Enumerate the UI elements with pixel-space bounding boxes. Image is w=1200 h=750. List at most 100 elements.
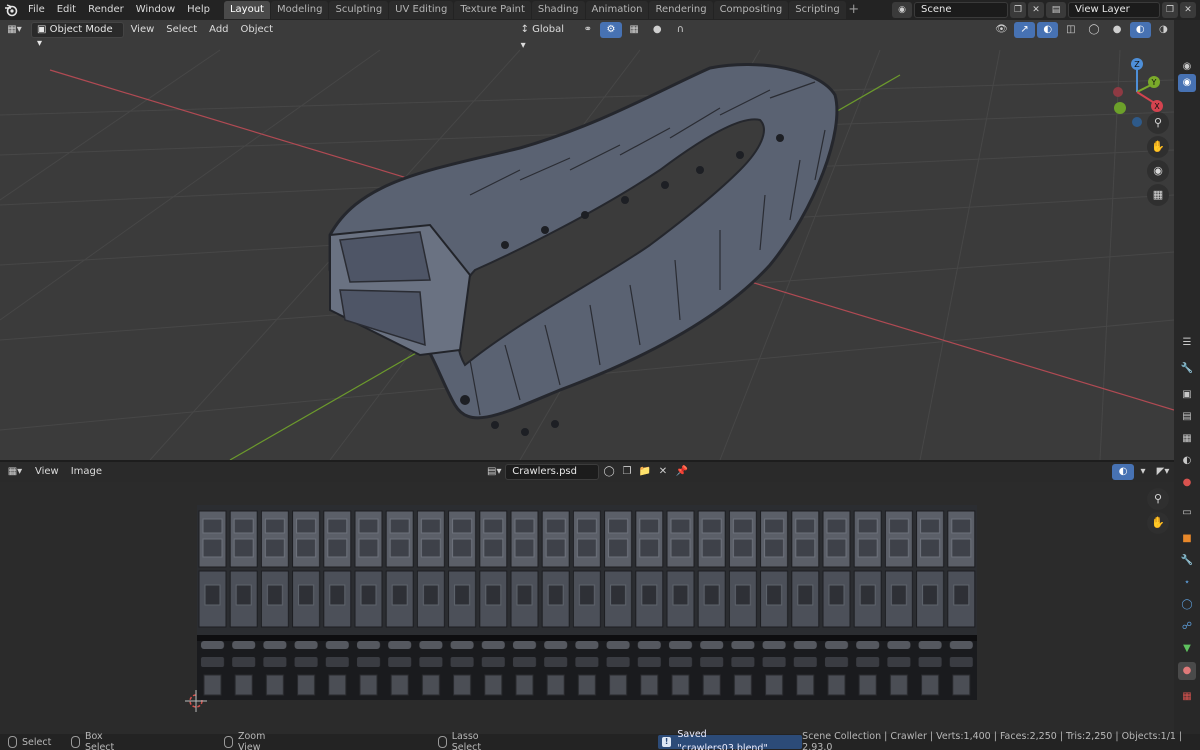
pin-icon[interactable]: 📌 bbox=[673, 464, 691, 480]
zoom-icon[interactable]: ⚲ bbox=[1147, 488, 1169, 510]
object-mode-label: Object Mode bbox=[49, 24, 113, 35]
workspace-tabs: Layout Modeling Sculpting UV Editing Tex… bbox=[223, 0, 861, 20]
object-mode-dropdown[interactable]: ▣ Object Mode ▾ bbox=[30, 22, 124, 49]
wireframe-shading-icon[interactable]: ◯ bbox=[1083, 22, 1104, 38]
visibility-icon[interactable]: 👁 bbox=[991, 22, 1012, 38]
gizmo-toggle-icon[interactable]: ↗ bbox=[1013, 22, 1036, 38]
modifier-icon[interactable]: 🔧 bbox=[1178, 552, 1196, 570]
tab-uv-editing[interactable]: UV Editing bbox=[389, 1, 454, 19]
editor-type-icon[interactable]: ▦▾ bbox=[2, 464, 28, 480]
overlays-icon[interactable]: ◐ bbox=[1037, 22, 1059, 38]
status-select: Select bbox=[8, 736, 51, 748]
display-channels-icon[interactable]: ◤▾ bbox=[1152, 464, 1174, 480]
tab-scripting[interactable]: Scripting bbox=[789, 1, 846, 19]
delete-view-layer-icon[interactable]: ✕ bbox=[1180, 2, 1196, 18]
view-layer-field[interactable]: View Layer bbox=[1068, 2, 1160, 18]
menu-render[interactable]: Render bbox=[82, 0, 130, 20]
mouse-right-icon bbox=[438, 736, 447, 748]
object-icon[interactable]: ■ bbox=[1178, 530, 1196, 548]
blender-logo-icon[interactable] bbox=[0, 0, 22, 20]
menu-add[interactable]: Add bbox=[204, 22, 233, 38]
fake-user-icon[interactable]: ◯ bbox=[601, 464, 617, 480]
tab-compositing[interactable]: Compositing bbox=[713, 1, 789, 19]
menu-view[interactable]: View bbox=[30, 464, 64, 480]
menu-select[interactable]: Select bbox=[161, 22, 202, 38]
editor-type-icon[interactable]: ▦▾ bbox=[2, 22, 27, 38]
status-bar: Select Box Select Zoom View Lasso Select… bbox=[0, 729, 1200, 750]
tab-animation[interactable]: Animation bbox=[585, 1, 649, 19]
menu-image[interactable]: Image bbox=[66, 464, 107, 480]
camera-icon[interactable]: ◉ bbox=[1147, 160, 1169, 182]
view-layer-icon[interactable]: ▤ bbox=[1046, 2, 1066, 18]
constraints-icon[interactable]: ☍ bbox=[1178, 618, 1196, 636]
grid-icon[interactable]: ▦ bbox=[1147, 184, 1169, 206]
active-camera-icon[interactable]: ◉ bbox=[1178, 74, 1196, 92]
info-icon: ! bbox=[661, 737, 672, 747]
open-image-icon[interactable]: 📁 bbox=[637, 464, 653, 480]
tab-layout[interactable]: Layout bbox=[223, 1, 270, 19]
physics-icon[interactable]: ◯ bbox=[1178, 596, 1196, 614]
new-view-layer-icon[interactable]: ❐ bbox=[1162, 2, 1178, 18]
status-lasso-select-label: Lasso Select bbox=[451, 731, 482, 750]
viewport-header: ▦▾ ▣ Object Mode ▾ View Select Add Objec… bbox=[0, 20, 1174, 51]
menu-file[interactable]: File bbox=[22, 0, 51, 20]
tool-icon[interactable]: 🔧 bbox=[1178, 360, 1196, 378]
menu-help[interactable]: Help bbox=[181, 0, 216, 20]
falloff-icon[interactable]: ∩ bbox=[670, 22, 691, 38]
image-browse-icon[interactable]: ▤▾ bbox=[483, 464, 505, 480]
toggle-props-icon[interactable]: ☰ bbox=[1178, 334, 1196, 352]
tab-rendering[interactable]: Rendering bbox=[649, 1, 713, 19]
chevron-down-icon[interactable]: ▾ bbox=[1136, 464, 1150, 480]
status-zoom-view: Zoom View bbox=[224, 731, 288, 750]
zoom-icon[interactable]: ⚲ bbox=[1147, 112, 1169, 134]
new-image-icon[interactable]: ❐ bbox=[619, 464, 635, 480]
transform-orientation-label: Global bbox=[532, 24, 565, 35]
saved-message: Saved "crawlers03.blend" bbox=[677, 729, 768, 750]
solid-shading-icon[interactable]: ● bbox=[1107, 22, 1128, 38]
hand-icon[interactable]: ✋ bbox=[1147, 512, 1169, 534]
status-box-select-label: Box Select bbox=[84, 731, 115, 750]
tab-shading[interactable]: Shading bbox=[531, 1, 585, 19]
particles-icon[interactable]: ⋆ bbox=[1178, 574, 1196, 592]
scene-props-icon[interactable]: ◐ bbox=[1178, 452, 1196, 470]
rendered-shading-icon[interactable]: ◑ bbox=[1153, 22, 1174, 38]
status-box-select: Box Select bbox=[71, 731, 132, 750]
view-layer-props-icon[interactable]: ▦ bbox=[1178, 430, 1196, 448]
transform-orientation-dropdown[interactable]: ↕ Global ▾ bbox=[516, 22, 576, 51]
hand-icon[interactable]: ✋ bbox=[1147, 136, 1169, 158]
snap-icon[interactable]: ⚙ bbox=[600, 22, 622, 38]
new-scene-icon[interactable]: ❐ bbox=[1010, 2, 1026, 18]
saved-notification[interactable]: ! Saved "crawlers03.blend" bbox=[657, 729, 803, 750]
mesh-data-icon[interactable]: ▼ bbox=[1178, 640, 1196, 658]
status-select-label: Select bbox=[22, 736, 52, 748]
add-workspace-button[interactable]: + bbox=[847, 1, 861, 19]
scene-icon[interactable]: ◉ bbox=[892, 2, 912, 18]
image-name-field[interactable]: Crawlers.psd bbox=[505, 464, 600, 480]
output-icon[interactable]: ▤ bbox=[1178, 408, 1196, 426]
menu-window[interactable]: Window bbox=[130, 0, 181, 20]
world-icon[interactable]: ● bbox=[1178, 474, 1196, 492]
menu-view[interactable]: View bbox=[126, 22, 160, 38]
scene-field[interactable]: Scene bbox=[914, 2, 1008, 18]
material-shading-icon[interactable]: ◐ bbox=[1129, 22, 1151, 38]
delete-scene-icon[interactable]: ✕ bbox=[1028, 2, 1044, 18]
texture-icon[interactable]: ▦ bbox=[1178, 688, 1196, 706]
collection-icon[interactable]: ▭ bbox=[1178, 504, 1196, 522]
pivot-icon[interactable]: ⚭ bbox=[577, 22, 598, 38]
3d-viewport[interactable]: ▦▾ ▣ Object Mode ▾ View Select Add Objec… bbox=[0, 20, 1174, 460]
xray-icon[interactable]: ◫ bbox=[1060, 22, 1081, 38]
proportional-edit-icon[interactable]: ● bbox=[647, 22, 668, 38]
snap-target-icon[interactable]: ▦ bbox=[624, 22, 645, 38]
material-icon[interactable]: ● bbox=[1178, 662, 1196, 680]
render-icon[interactable]: ▣ bbox=[1178, 386, 1196, 404]
menu-object[interactable]: Object bbox=[236, 22, 279, 38]
crawler-track-model bbox=[328, 62, 839, 436]
unlink-image-icon[interactable]: ✕ bbox=[655, 464, 671, 480]
tab-texture-paint[interactable]: Texture Paint bbox=[454, 1, 531, 19]
tab-modeling[interactable]: Modeling bbox=[270, 1, 329, 19]
chevron-down-icon: ▾ bbox=[36, 38, 43, 49]
mouse-wheel-icon bbox=[224, 736, 233, 748]
menu-edit[interactable]: Edit bbox=[51, 0, 82, 20]
tab-sculpting[interactable]: Sculpting bbox=[329, 1, 389, 19]
overlays-icon[interactable]: ◐ bbox=[1112, 464, 1135, 480]
